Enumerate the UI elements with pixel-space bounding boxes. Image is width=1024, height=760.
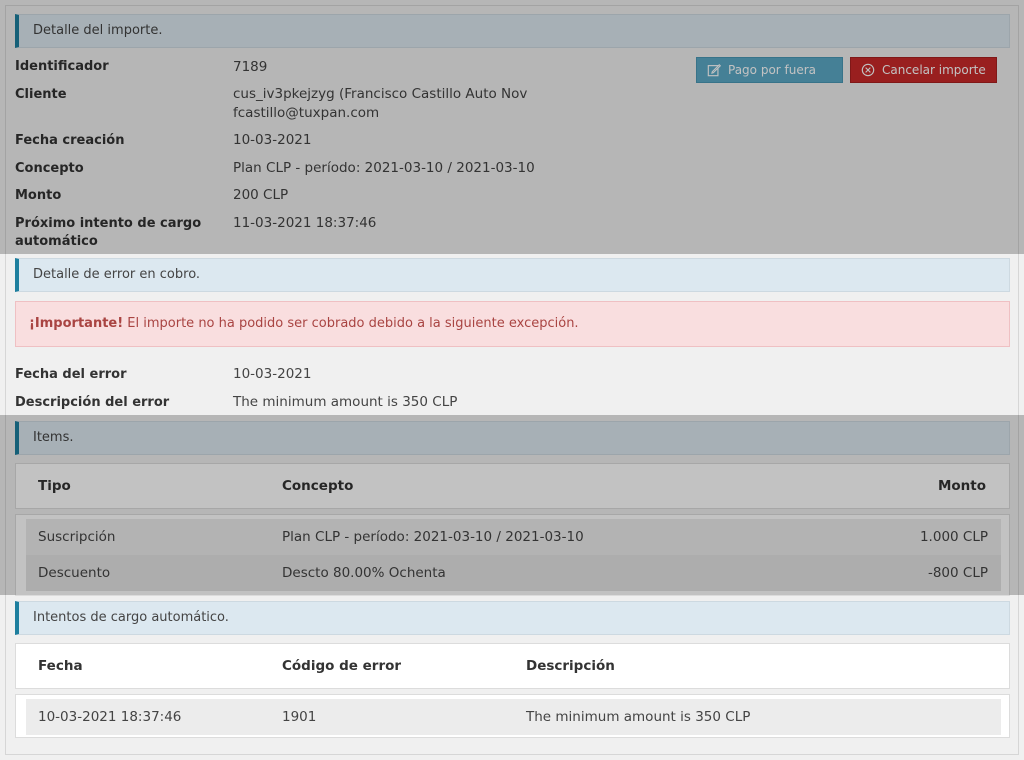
section-header-error: Detalle de error en cobro. — [15, 258, 1010, 292]
cell-fecha: 10-03-2021 18:37:46 — [38, 709, 182, 725]
edit-icon — [707, 64, 721, 77]
column-header-tipo: Tipo — [38, 478, 71, 494]
pay-outside-label: Pago por fuera — [728, 63, 817, 77]
field-value-cliente: cus_iv3pkejzyg (Francisco Castillo Auto … — [233, 86, 528, 102]
field-label-proximo-intento-line2: automático — [15, 234, 98, 249]
cell-concepto: Plan CLP - período: 2021-03-10 / 2021-03… — [282, 529, 584, 545]
cell-concepto: Descto 80.00% Ochenta — [282, 565, 446, 581]
section-title: Detalle del importe. — [33, 23, 163, 38]
column-header-monto: Monto — [937, 478, 986, 494]
cell-monto: 1.000 CLP — [919, 529, 988, 545]
cell-descripcion: The minimum amount is 350 CLP — [526, 709, 751, 725]
table-row: Suscripción Plan CLP - período: 2021-03-… — [26, 519, 1001, 555]
field-value-proximo-intento: 11-03-2021 18:37:46 — [233, 215, 377, 231]
cancel-import-button[interactable]: Cancelar importe — [850, 57, 997, 83]
attempts-table-header: Fecha Código de error Descripción — [15, 643, 1010, 689]
field-label-fecha-creacion: Fecha creación — [15, 133, 125, 148]
section-title: Items. — [33, 430, 74, 445]
table-row: Descuento Descto 80.00% Ochenta -800 CLP — [26, 555, 1001, 591]
column-header-concepto: Concepto — [282, 478, 354, 494]
field-value-fecha-creacion: 10-03-2021 — [233, 132, 312, 148]
field-label-concepto: Concepto — [15, 161, 84, 176]
attempts-table-body: 10-03-2021 18:37:46 1901 The minimum amo… — [15, 694, 1010, 738]
alert-strong: ¡Importante! — [29, 316, 124, 331]
cell-tipo: Suscripción — [38, 529, 116, 545]
field-label-fecha-error: Fecha del error — [15, 367, 127, 382]
field-label-identificador: Identificador — [15, 59, 109, 74]
field-label-proximo-intento: Próximo intento de cargo — [15, 216, 202, 231]
column-header-fecha: Fecha — [38, 658, 83, 674]
field-value-concepto: Plan CLP - período: 2021-03-10 / 2021-03… — [233, 160, 535, 176]
section-header-items: Items. — [15, 421, 1010, 455]
cell-monto: -800 CLP — [927, 565, 988, 581]
items-table-body: Suscripción Plan CLP - período: 2021-03-… — [15, 514, 1010, 596]
cell-tipo: Descuento — [38, 565, 111, 581]
section-header-attempts: Intentos de cargo automático. — [15, 601, 1010, 635]
field-label-cliente: Cliente — [15, 87, 67, 102]
column-header-descripcion: Descripción — [526, 658, 615, 674]
section-header-detail: Detalle del importe. — [15, 14, 1010, 48]
field-value-descripcion-error: The minimum amount is 350 CLP — [233, 394, 458, 410]
pay-outside-button[interactable]: Pago por fuera — [696, 57, 843, 83]
alert-text: El importe no ha podido ser cobrado debi… — [123, 316, 579, 331]
error-alert: ¡Importante! El importe no ha podido ser… — [15, 301, 1010, 347]
column-header-codigo-error: Código de error — [282, 658, 402, 674]
circle-x-icon — [861, 63, 875, 77]
field-value-fecha-error: 10-03-2021 — [233, 366, 312, 382]
table-row: 10-03-2021 18:37:46 1901 The minimum amo… — [26, 699, 1001, 735]
field-value-cliente-email: fcastillo@tuxpan.com — [233, 105, 380, 121]
field-label-descripcion-error: Descripción del error — [15, 395, 170, 410]
items-table-header: Tipo Concepto Monto — [15, 463, 1010, 509]
section-title: Detalle de error en cobro. — [33, 267, 201, 282]
cancel-import-label: Cancelar importe — [882, 63, 986, 77]
field-label-monto: Monto — [15, 188, 62, 203]
section-title: Intentos de cargo automático. — [33, 610, 229, 625]
cell-codigo: 1901 — [282, 709, 317, 725]
field-value-identificador: 7189 — [233, 59, 268, 75]
field-value-monto: 200 CLP — [233, 187, 289, 203]
